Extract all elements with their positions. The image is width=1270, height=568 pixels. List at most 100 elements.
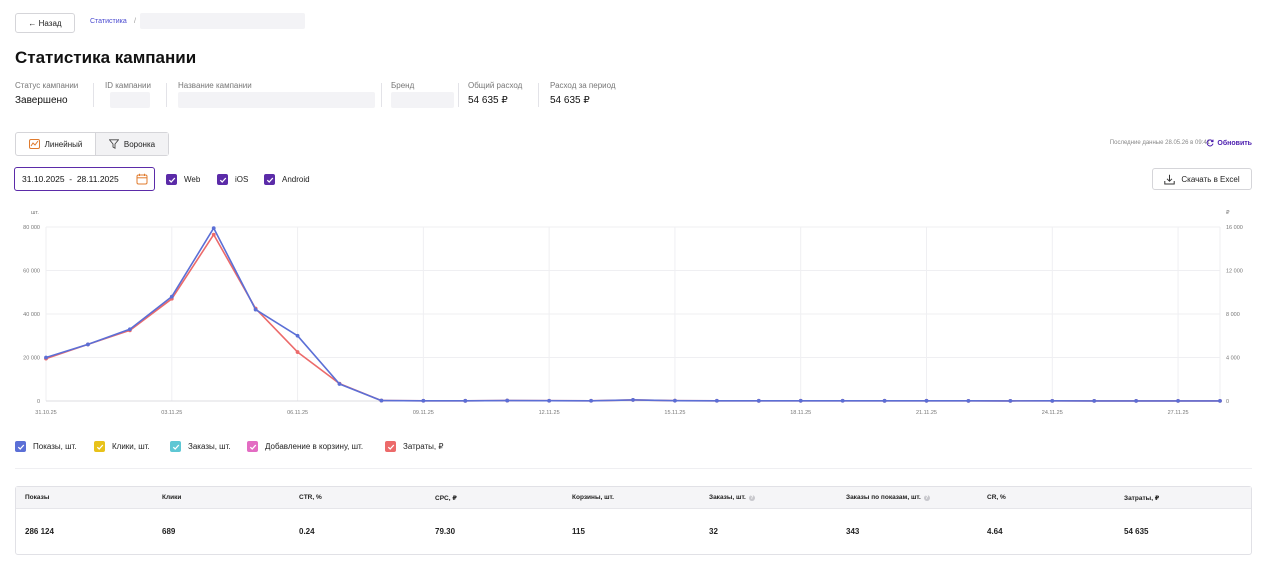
legend-clicks[interactable]: Клики, шт. bbox=[94, 441, 150, 452]
breadcrumb-statistics[interactable]: Статистика bbox=[90, 18, 127, 25]
data-point-impressions[interactable] bbox=[1092, 398, 1097, 403]
data-point-impressions[interactable] bbox=[379, 398, 384, 403]
data-point-impressions[interactable] bbox=[421, 398, 426, 403]
total-spend-label: Общий расход bbox=[468, 81, 523, 90]
date-range-picker[interactable]: 31.10.2025 - 28.11.2025 bbox=[14, 167, 155, 191]
col-clicks: Клики bbox=[162, 494, 182, 501]
tab-linear[interactable]: Линейный bbox=[16, 133, 96, 155]
refresh-button[interactable]: Обновить bbox=[1206, 139, 1252, 147]
data-point-impressions[interactable] bbox=[463, 398, 468, 403]
data-point-impressions[interactable] bbox=[798, 398, 803, 403]
data-point-impressions[interactable] bbox=[253, 307, 258, 312]
checkmark-icon bbox=[264, 174, 275, 185]
breadcrumb-separator: / bbox=[134, 18, 136, 25]
help-icon[interactable]: ? bbox=[748, 494, 755, 501]
right-axis-unit: ₽ bbox=[1226, 209, 1230, 216]
status-label: Статус кампании bbox=[15, 81, 79, 90]
x-tick-label: 09.11.25 bbox=[413, 410, 434, 416]
data-point-impressions[interactable] bbox=[1008, 398, 1013, 403]
data-point-spend[interactable] bbox=[295, 350, 300, 354]
checkmark-icon bbox=[94, 441, 105, 452]
tab-funnel[interactable]: Воронка bbox=[96, 133, 168, 155]
data-point-impressions[interactable] bbox=[840, 398, 845, 403]
series-line-spend bbox=[45, 233, 1220, 402]
value-cpc: 79.30 bbox=[435, 527, 456, 536]
campaign-id-label: ID кампании bbox=[105, 81, 151, 90]
data-point-impressions[interactable] bbox=[882, 398, 887, 403]
checkmark-icon bbox=[385, 441, 396, 452]
data-point-impressions[interactable] bbox=[673, 398, 677, 403]
last-data-timestamp: Последние данные 28.05.26 в 09:41 bbox=[1109, 140, 1210, 146]
data-point-impressions[interactable] bbox=[295, 333, 300, 338]
data-point-impressions[interactable] bbox=[1134, 398, 1139, 403]
col-carts: Корзины, шт. bbox=[572, 494, 614, 501]
legend-spend[interactable]: Затраты, ₽ bbox=[385, 441, 443, 452]
x-tick-label: 15.11.25 bbox=[664, 410, 685, 416]
x-tick-label: 24.11.25 bbox=[1042, 410, 1063, 416]
data-point-impressions[interactable] bbox=[337, 382, 342, 386]
checkmark-icon bbox=[247, 441, 258, 452]
y-right-tick-label: 4 000 bbox=[1226, 356, 1240, 362]
meta-divider bbox=[381, 83, 382, 107]
platform-web-checkbox[interactable]: Web bbox=[166, 174, 200, 185]
platform-android-checkbox[interactable]: Android bbox=[264, 174, 310, 185]
y-left-tick-label: 60 000 bbox=[23, 269, 40, 275]
value-carts: 115 bbox=[572, 527, 585, 536]
y-left-tick-label: 40 000 bbox=[23, 312, 40, 318]
platform-ios-checkbox[interactable]: iOS bbox=[217, 174, 248, 185]
campaign-name-label: Название кампании bbox=[178, 81, 252, 90]
data-point-impressions[interactable] bbox=[44, 355, 48, 360]
data-point-impressions[interactable] bbox=[966, 398, 971, 403]
stats-line-chart: 0 20 000 40 000 60 000 80 000 0 4 000 8 000 12 … bbox=[23, 209, 1243, 416]
legend-add-to-cart[interactable]: Добавление в корзину, шт. bbox=[247, 441, 363, 452]
help-icon[interactable]: ? bbox=[923, 494, 930, 501]
x-tick-label: 21.11.25 bbox=[916, 410, 937, 416]
back-button[interactable]: ← Назад bbox=[15, 13, 75, 33]
tab-linear-label: Линейный bbox=[44, 139, 83, 149]
calendar-icon[interactable] bbox=[136, 173, 148, 185]
value-impressions: 286 124 bbox=[25, 527, 54, 536]
data-point-impressions[interactable] bbox=[505, 398, 510, 403]
tab-funnel-label: Воронка bbox=[123, 139, 156, 149]
checkmark-icon bbox=[170, 441, 181, 452]
data-point-impressions[interactable] bbox=[547, 398, 552, 403]
data-point-impressions[interactable] bbox=[211, 226, 216, 230]
data-point-impressions[interactable] bbox=[714, 398, 719, 403]
legend-orders[interactable]: Заказы, шт. bbox=[170, 441, 231, 452]
meta-divider bbox=[166, 83, 167, 107]
y-left-tick-label: 20 000 bbox=[23, 356, 40, 362]
download-icon bbox=[1164, 174, 1176, 184]
data-point-impressions[interactable] bbox=[1218, 398, 1222, 403]
download-excel-button[interactable]: Скачать в Excel bbox=[1152, 168, 1252, 190]
platform-web-label: Web bbox=[184, 175, 201, 184]
refresh-label: Обновить bbox=[1217, 139, 1252, 147]
data-point-impressions[interactable] bbox=[1176, 398, 1180, 403]
chart-view-toggle: Линейный Воронка bbox=[15, 132, 169, 156]
data-point-impressions[interactable] bbox=[1050, 398, 1055, 403]
data-point-impressions[interactable] bbox=[169, 294, 174, 299]
data-point-impressions[interactable] bbox=[756, 398, 761, 403]
section-divider bbox=[15, 468, 1252, 469]
checkmark-icon bbox=[217, 174, 228, 185]
refresh-icon bbox=[1206, 139, 1214, 147]
value-clicks: 689 bbox=[162, 527, 176, 536]
date-range-value: 31.10.2025 - 28.11.2025 bbox=[22, 174, 119, 184]
data-point-spend[interactable] bbox=[211, 232, 216, 237]
data-point-impressions[interactable] bbox=[86, 342, 90, 347]
platform-ios-label: iOS bbox=[235, 175, 249, 184]
x-tick-label: 06.11.25 bbox=[287, 410, 308, 416]
col-orders: Заказы, шт.? bbox=[709, 494, 755, 501]
col-impressions: Показы bbox=[25, 494, 50, 501]
status-value: Завершено bbox=[15, 95, 68, 106]
download-excel-label: Скачать в Excel bbox=[1181, 174, 1240, 184]
col-cpc: CPC, ₽ bbox=[435, 495, 457, 502]
data-point-impressions[interactable] bbox=[127, 327, 132, 332]
data-point-impressions[interactable] bbox=[924, 398, 929, 403]
legend-impressions[interactable]: Показы, шт. bbox=[15, 441, 77, 452]
platform-android-label: Android bbox=[282, 175, 310, 184]
y-right-tick-label: 16 000 bbox=[1226, 225, 1243, 231]
line-chart-icon bbox=[28, 139, 40, 149]
data-point-impressions[interactable] bbox=[589, 398, 593, 403]
x-tick-label: 18.11.25 bbox=[790, 410, 811, 416]
data-point-impressions[interactable] bbox=[631, 398, 635, 402]
